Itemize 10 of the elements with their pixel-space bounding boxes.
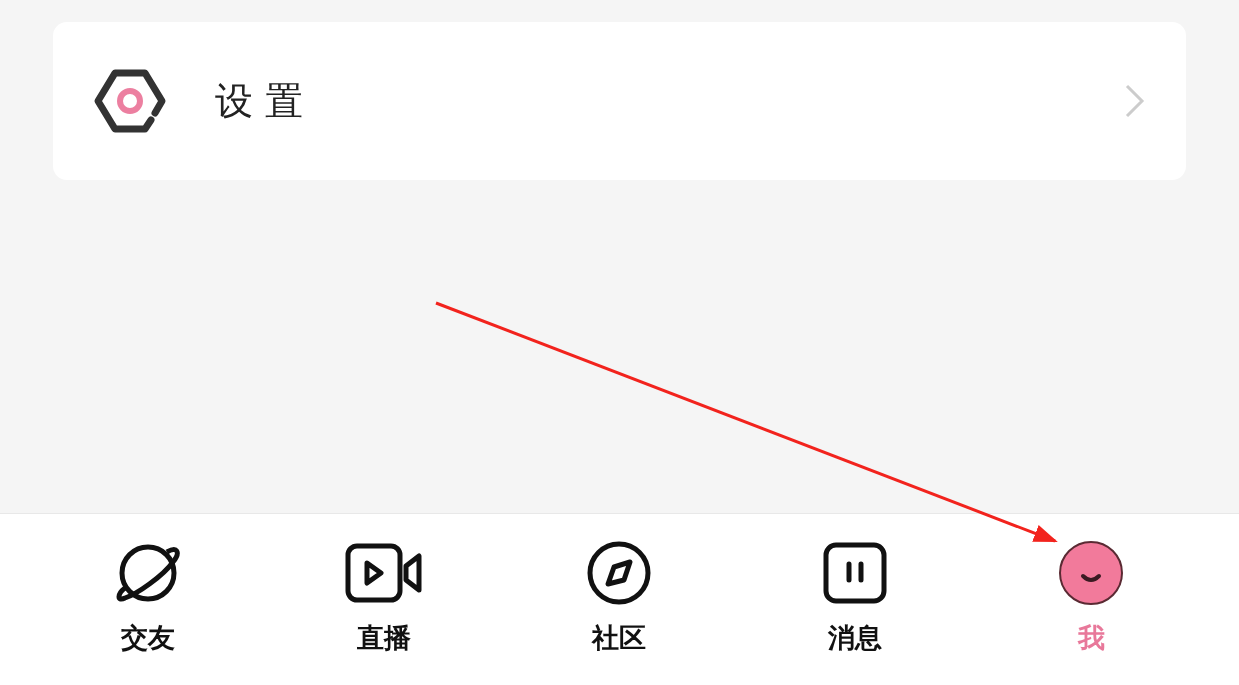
- chat-bubble-icon: [822, 540, 889, 606]
- settings-row[interactable]: 设置: [53, 22, 1186, 180]
- chevron-right-icon: [1124, 83, 1146, 119]
- tab[interactable]: 交友: [77, 514, 218, 685]
- tab[interactable]: 消息: [785, 514, 926, 685]
- smiley-face-icon: [1058, 540, 1125, 606]
- settings-label: 设置: [215, 77, 316, 125]
- tab[interactable]: 社区: [549, 514, 690, 685]
- compass-icon: [586, 540, 653, 606]
- tab[interactable]: 直播: [313, 514, 454, 685]
